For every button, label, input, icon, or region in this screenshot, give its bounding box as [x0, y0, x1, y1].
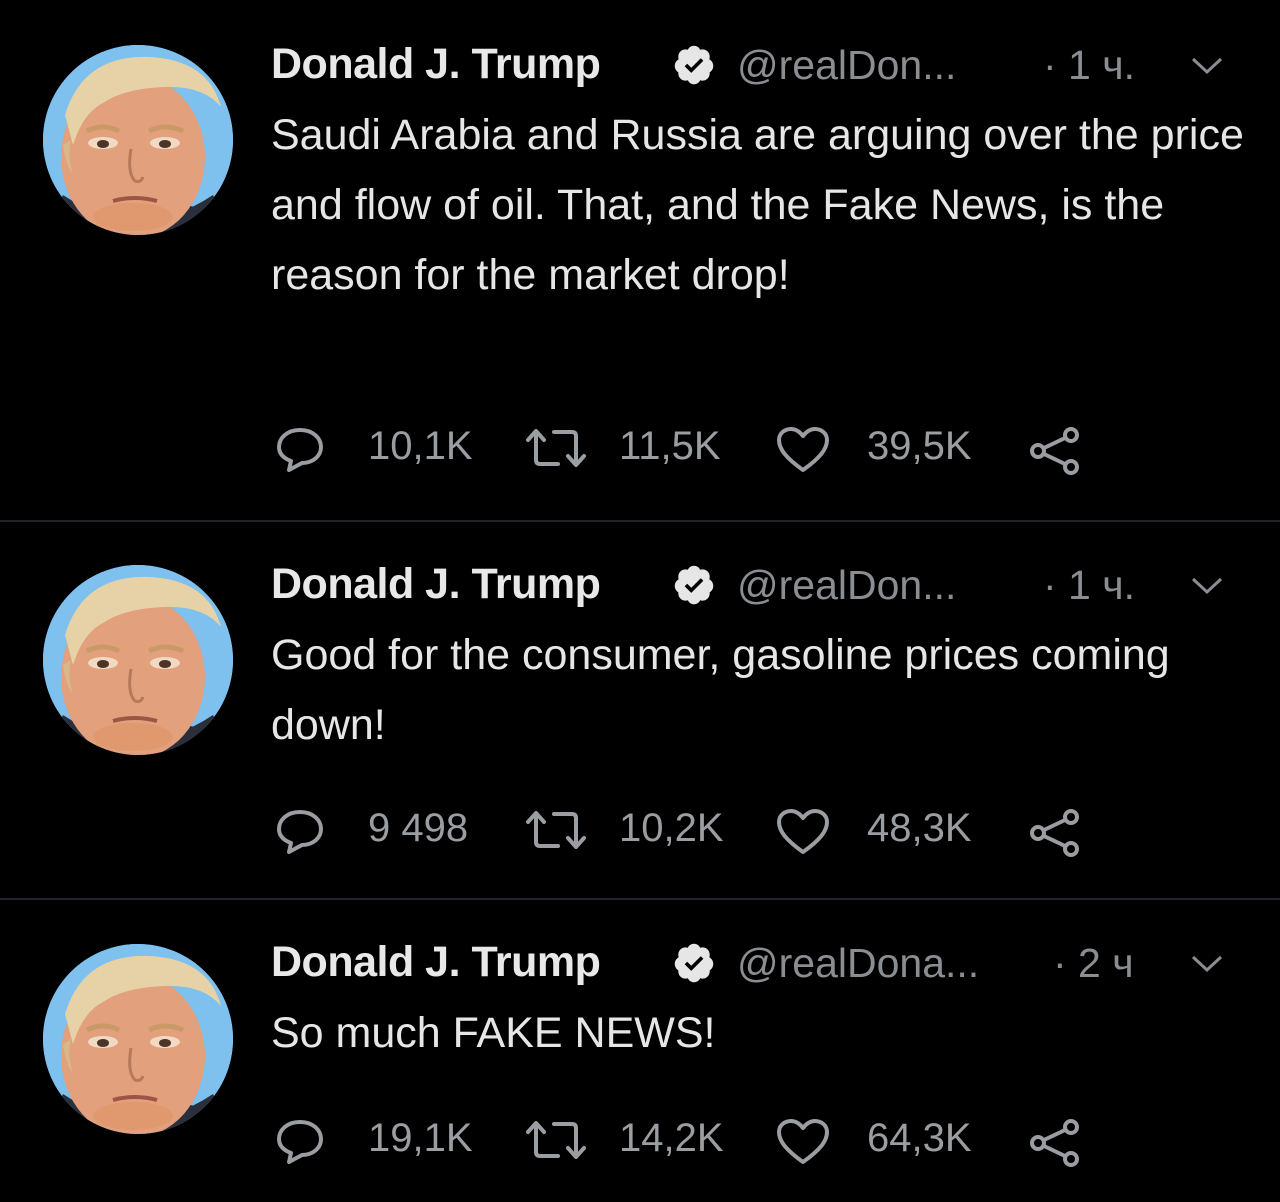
- reply-icon: [277, 428, 323, 472]
- chevron-down-icon[interactable]: [1187, 50, 1227, 80]
- tweet-timestamp[interactable]: · 1 ч.: [1043, 42, 1135, 89]
- retweet-count: 10,2K: [619, 806, 724, 850]
- profile-photo: [43, 944, 233, 1134]
- tweet-text: Saudi Arabia and Russia are arguing over…: [271, 111, 1244, 299]
- tweet-header: Donald J. Trump @realDona... · 2 ч: [271, 938, 1246, 994]
- share-icon: [1030, 1119, 1079, 1167]
- avatar[interactable]: [43, 944, 233, 1134]
- tweet-text: Good for the consumer, gasoline prices c…: [271, 631, 1170, 749]
- tweet-card[interactable]: Donald J. Trump @realDon... · 1 ч. Saudi…: [0, 0, 1280, 520]
- verified-badge-icon: [674, 45, 714, 85]
- retweet-icon: [526, 1121, 586, 1159]
- retweet-count: 11,5K: [619, 424, 721, 468]
- retweet-count: 14,2K: [619, 1116, 724, 1160]
- share-icon: [1030, 427, 1079, 475]
- reply-icon: [277, 810, 323, 854]
- author-name[interactable]: Donald J. Trump: [271, 938, 601, 987]
- avatar[interactable]: [43, 45, 233, 235]
- tweet-feed: Donald J. Trump @realDon... · 1 ч. Saudi…: [0, 0, 1280, 1202]
- retweet-icon: [526, 429, 586, 467]
- avatar[interactable]: [43, 565, 233, 755]
- tweet-timestamp[interactable]: · 1 ч.: [1043, 562, 1135, 609]
- tweet-header: Donald J. Trump @realDon... · 1 ч.: [271, 560, 1246, 616]
- author-handle[interactable]: @realDon...: [737, 42, 956, 89]
- chevron-down-icon[interactable]: [1187, 570, 1227, 600]
- share-icon: [1030, 809, 1079, 857]
- tweet-actions: 9 498 10,2K 48,3K: [271, 800, 1171, 860]
- author-name[interactable]: Donald J. Trump: [271, 560, 601, 609]
- verified-badge-icon: [674, 565, 714, 605]
- like-count: 64,3K: [867, 1116, 972, 1160]
- chevron-down-icon[interactable]: [1187, 948, 1227, 978]
- heart-icon: [777, 809, 829, 854]
- tweet-actions: 19,1K 14,2K 64,3K: [271, 1110, 1171, 1170]
- tweet-timestamp[interactable]: · 2 ч: [1053, 940, 1134, 987]
- like-count: 48,3K: [867, 806, 972, 850]
- reply-icon: [277, 1120, 323, 1164]
- heart-icon: [777, 1119, 829, 1164]
- verified-badge-icon: [674, 943, 714, 983]
- author-name[interactable]: Donald J. Trump: [271, 40, 601, 89]
- heart-icon: [777, 427, 829, 472]
- reply-count: 9 498: [368, 806, 469, 850]
- tweet-card[interactable]: Donald J. Trump @realDona... · 2 ч So mu…: [0, 898, 1280, 1202]
- tweet-text: So much FAKE NEWS!: [271, 1009, 716, 1057]
- retweet-icon: [526, 811, 586, 849]
- reply-count: 10,1K: [368, 424, 473, 468]
- like-count: 39,5K: [867, 424, 972, 468]
- reply-count: 19,1K: [368, 1116, 473, 1160]
- profile-photo: [43, 45, 233, 235]
- tweet-actions: 10,1K 11,5K 39,5K: [271, 418, 1171, 478]
- profile-photo: [43, 565, 233, 755]
- tweet-card[interactable]: Donald J. Trump @realDon... · 1 ч. Good …: [0, 520, 1280, 898]
- author-handle[interactable]: @realDon...: [737, 562, 956, 609]
- tweet-header: Donald J. Trump @realDon... · 1 ч.: [271, 40, 1246, 96]
- author-handle[interactable]: @realDona...: [737, 940, 979, 987]
